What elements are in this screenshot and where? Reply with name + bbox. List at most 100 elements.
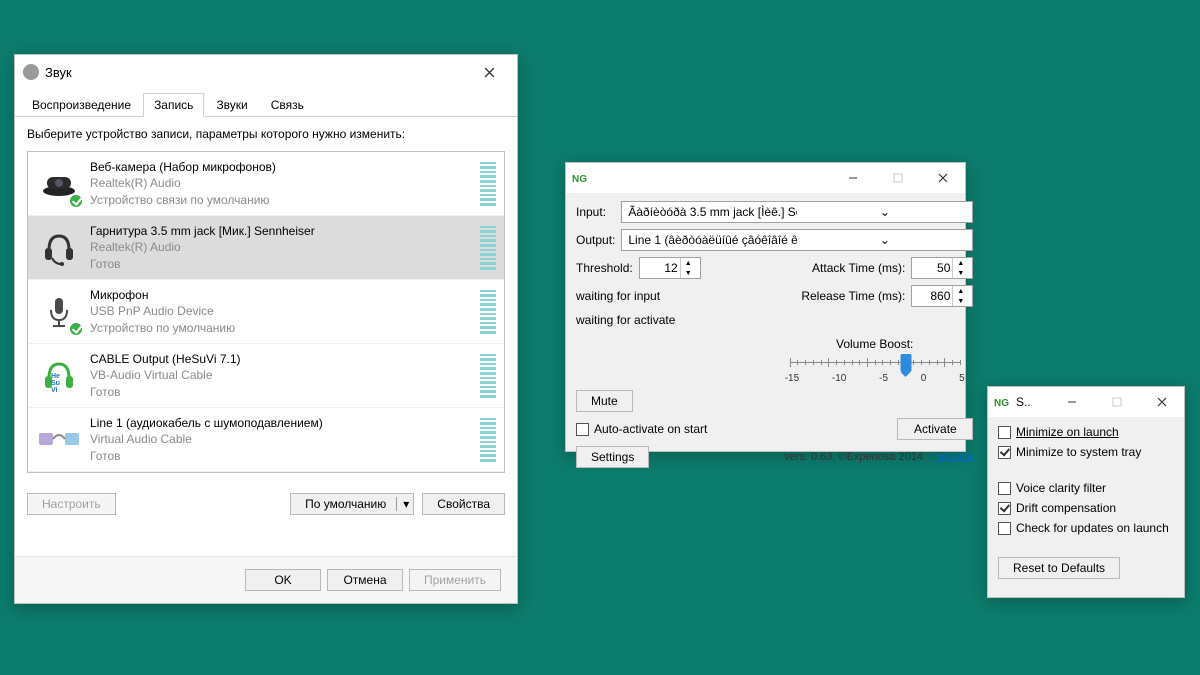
threshold-label: Threshold: xyxy=(576,261,633,275)
settings-option[interactable]: Drift compensation xyxy=(998,501,1174,515)
release-label: Release Time (ms): xyxy=(801,289,905,303)
cancel-button[interactable]: Отмена xyxy=(327,569,403,591)
status-line-2: waiting for activate xyxy=(576,313,701,327)
check-badge-icon xyxy=(68,321,84,337)
close-button[interactable] xyxy=(1139,388,1184,416)
tab-communications[interactable]: Связь xyxy=(260,93,315,116)
settings-window: NG S.. Minimize on launchMinimize to sys… xyxy=(987,386,1185,598)
apply-button[interactable]: Применить xyxy=(409,569,501,591)
device-name: CABLE Output (HeSuVi 7.1) xyxy=(90,351,480,367)
svg-text:Vi: Vi xyxy=(51,387,58,394)
option-label: Check for updates on launch xyxy=(1016,521,1169,535)
set-default-button[interactable]: По умолчанию ▾ xyxy=(290,493,414,515)
boost-slider[interactable] xyxy=(790,351,960,375)
configure-button[interactable]: Настроить xyxy=(27,493,116,515)
spin-up-icon[interactable]: ▲ xyxy=(952,258,968,268)
attack-label: Attack Time (ms): xyxy=(801,261,905,275)
device-row[interactable]: Веб-камера (Набор микрофонов)Realtek(R) … xyxy=(28,152,504,216)
dropdown-arrow-icon: ▾ xyxy=(396,497,409,511)
spin-down-icon[interactable]: ▼ xyxy=(952,296,968,306)
checkbox-icon xyxy=(998,522,1011,535)
attack-stepper[interactable]: ▲▼ xyxy=(911,257,973,279)
settings-option[interactable]: Minimize to system tray xyxy=(998,445,1174,459)
slider-thumb[interactable] xyxy=(900,354,911,372)
spin-up-icon[interactable]: ▲ xyxy=(952,286,968,296)
level-meter xyxy=(480,418,496,462)
maximize-button[interactable] xyxy=(875,164,920,192)
set-default-label: По умолчанию xyxy=(305,497,386,511)
settings-option[interactable]: Minimize on launch xyxy=(998,425,1174,439)
close-button[interactable] xyxy=(469,58,509,86)
option-label: Voice clarity filter xyxy=(1016,481,1106,495)
device-row[interactable]: Гарнитура 3.5 mm jack [Мик.] SennheiserR… xyxy=(28,216,504,280)
properties-button[interactable]: Свойства xyxy=(422,493,505,515)
option-label: Minimize on launch xyxy=(1016,425,1119,439)
tab-sounds[interactable]: Звуки xyxy=(205,93,258,116)
device-row[interactable]: HeSuViCABLE Output (HeSuVi 7.1)VB-Audio … xyxy=(28,344,504,408)
device-status: Готов xyxy=(90,384,480,400)
speaker-icon xyxy=(23,64,39,80)
device-row[interactable]: МикрофонUSB PnP Audio DeviceУстройство п… xyxy=(28,280,504,344)
checkbox-icon xyxy=(998,426,1011,439)
level-meter xyxy=(480,354,496,398)
threshold-stepper[interactable]: ▲▼ xyxy=(639,257,701,279)
tab-playback[interactable]: Воспроизведение xyxy=(21,93,142,116)
version-text: vers. 0.63. ©Expenosa 2014. xyxy=(784,451,926,463)
sound-title: Звук xyxy=(45,65,72,80)
option-label: Drift compensation xyxy=(1016,501,1116,515)
settings-button[interactable]: Settings xyxy=(576,446,649,468)
minimize-button[interactable] xyxy=(1049,388,1094,416)
attack-input[interactable] xyxy=(912,261,952,275)
svg-text:NG: NG xyxy=(994,398,1009,409)
output-select[interactable]: Line 1 (âèðòóàëüíûé çâóêîâîé êàáåëü) (Vi… xyxy=(621,229,973,251)
device-list: Веб-камера (Набор микрофонов)Realtek(R) … xyxy=(27,151,505,473)
check-badge-icon xyxy=(68,193,84,209)
device-name: Гарнитура 3.5 mm jack [Мик.] Sennheiser xyxy=(90,223,480,239)
checkbox-icon xyxy=(998,502,1011,515)
mute-button[interactable]: Mute xyxy=(576,390,633,412)
device-name: Веб-камера (Набор микрофонов) xyxy=(90,159,480,175)
spin-down-icon[interactable]: ▼ xyxy=(952,268,968,278)
level-meter xyxy=(480,226,496,270)
checkbox-icon xyxy=(576,423,589,436)
settings-option[interactable]: Check for updates on launch xyxy=(998,521,1174,535)
headset-icon xyxy=(36,225,82,271)
spin-down-icon[interactable]: ▼ xyxy=(680,268,696,278)
minimize-button[interactable] xyxy=(830,164,875,192)
device-name: Микрофон xyxy=(90,287,480,303)
boost-label: Volume Boost: xyxy=(776,337,973,351)
auto-activate-checkbox[interactable]: Auto-activate on start xyxy=(576,422,707,436)
close-button[interactable] xyxy=(920,164,965,192)
device-status: Готов xyxy=(90,256,480,272)
device-row[interactable]: Line 1 (аудиокабель с шумоподавлением)Vi… xyxy=(28,408,504,472)
input-select[interactable]: Ãàðíèòóðà 3.5 mm jack [Ìèê.] Se ⌄ xyxy=(621,201,973,223)
website-link[interactable]: website xyxy=(936,451,973,463)
option-label: Minimize to system tray xyxy=(1016,445,1141,459)
chevron-down-icon: ⌄ xyxy=(797,205,972,219)
device-driver: Realtek(R) Audio xyxy=(90,175,480,191)
activate-button[interactable]: Activate xyxy=(897,418,973,440)
spin-up-icon[interactable]: ▲ xyxy=(680,258,696,268)
threshold-input[interactable] xyxy=(640,261,680,275)
chevron-down-icon: ⌄ xyxy=(797,233,972,247)
release-stepper[interactable]: ▲▼ xyxy=(911,285,973,307)
device-driver: USB PnP Audio Device xyxy=(90,303,480,319)
sound-titlebar: Звук xyxy=(15,55,517,89)
tab-recording[interactable]: Запись xyxy=(143,93,204,117)
settings-option[interactable]: Voice clarity filter xyxy=(998,481,1174,495)
output-value: Line 1 (âèðòóàëüíûé çâóêîâîé êàáåëü) (Vi… xyxy=(622,233,797,247)
checkbox-icon xyxy=(998,446,1011,459)
cable-icon xyxy=(36,417,82,463)
device-status: Готов xyxy=(90,448,480,464)
webcam-icon xyxy=(36,161,82,207)
reset-defaults-button[interactable]: Reset to Defaults xyxy=(998,557,1120,579)
maximize-button[interactable] xyxy=(1094,388,1139,416)
noisegate-window: NG Input: Ãàðíèòóðà 3.5 mm jack [Ìèê.] S… xyxy=(565,162,966,452)
svg-text:NG: NG xyxy=(572,174,587,185)
status-line-1: waiting for input xyxy=(576,289,701,303)
release-input[interactable] xyxy=(912,289,952,303)
svg-text:He: He xyxy=(51,373,60,380)
device-text: Веб-камера (Набор микрофонов)Realtek(R) … xyxy=(90,159,480,208)
ok-button[interactable]: OK xyxy=(245,569,321,591)
instruction-text: Выберите устройство записи, параметры ко… xyxy=(27,127,505,141)
